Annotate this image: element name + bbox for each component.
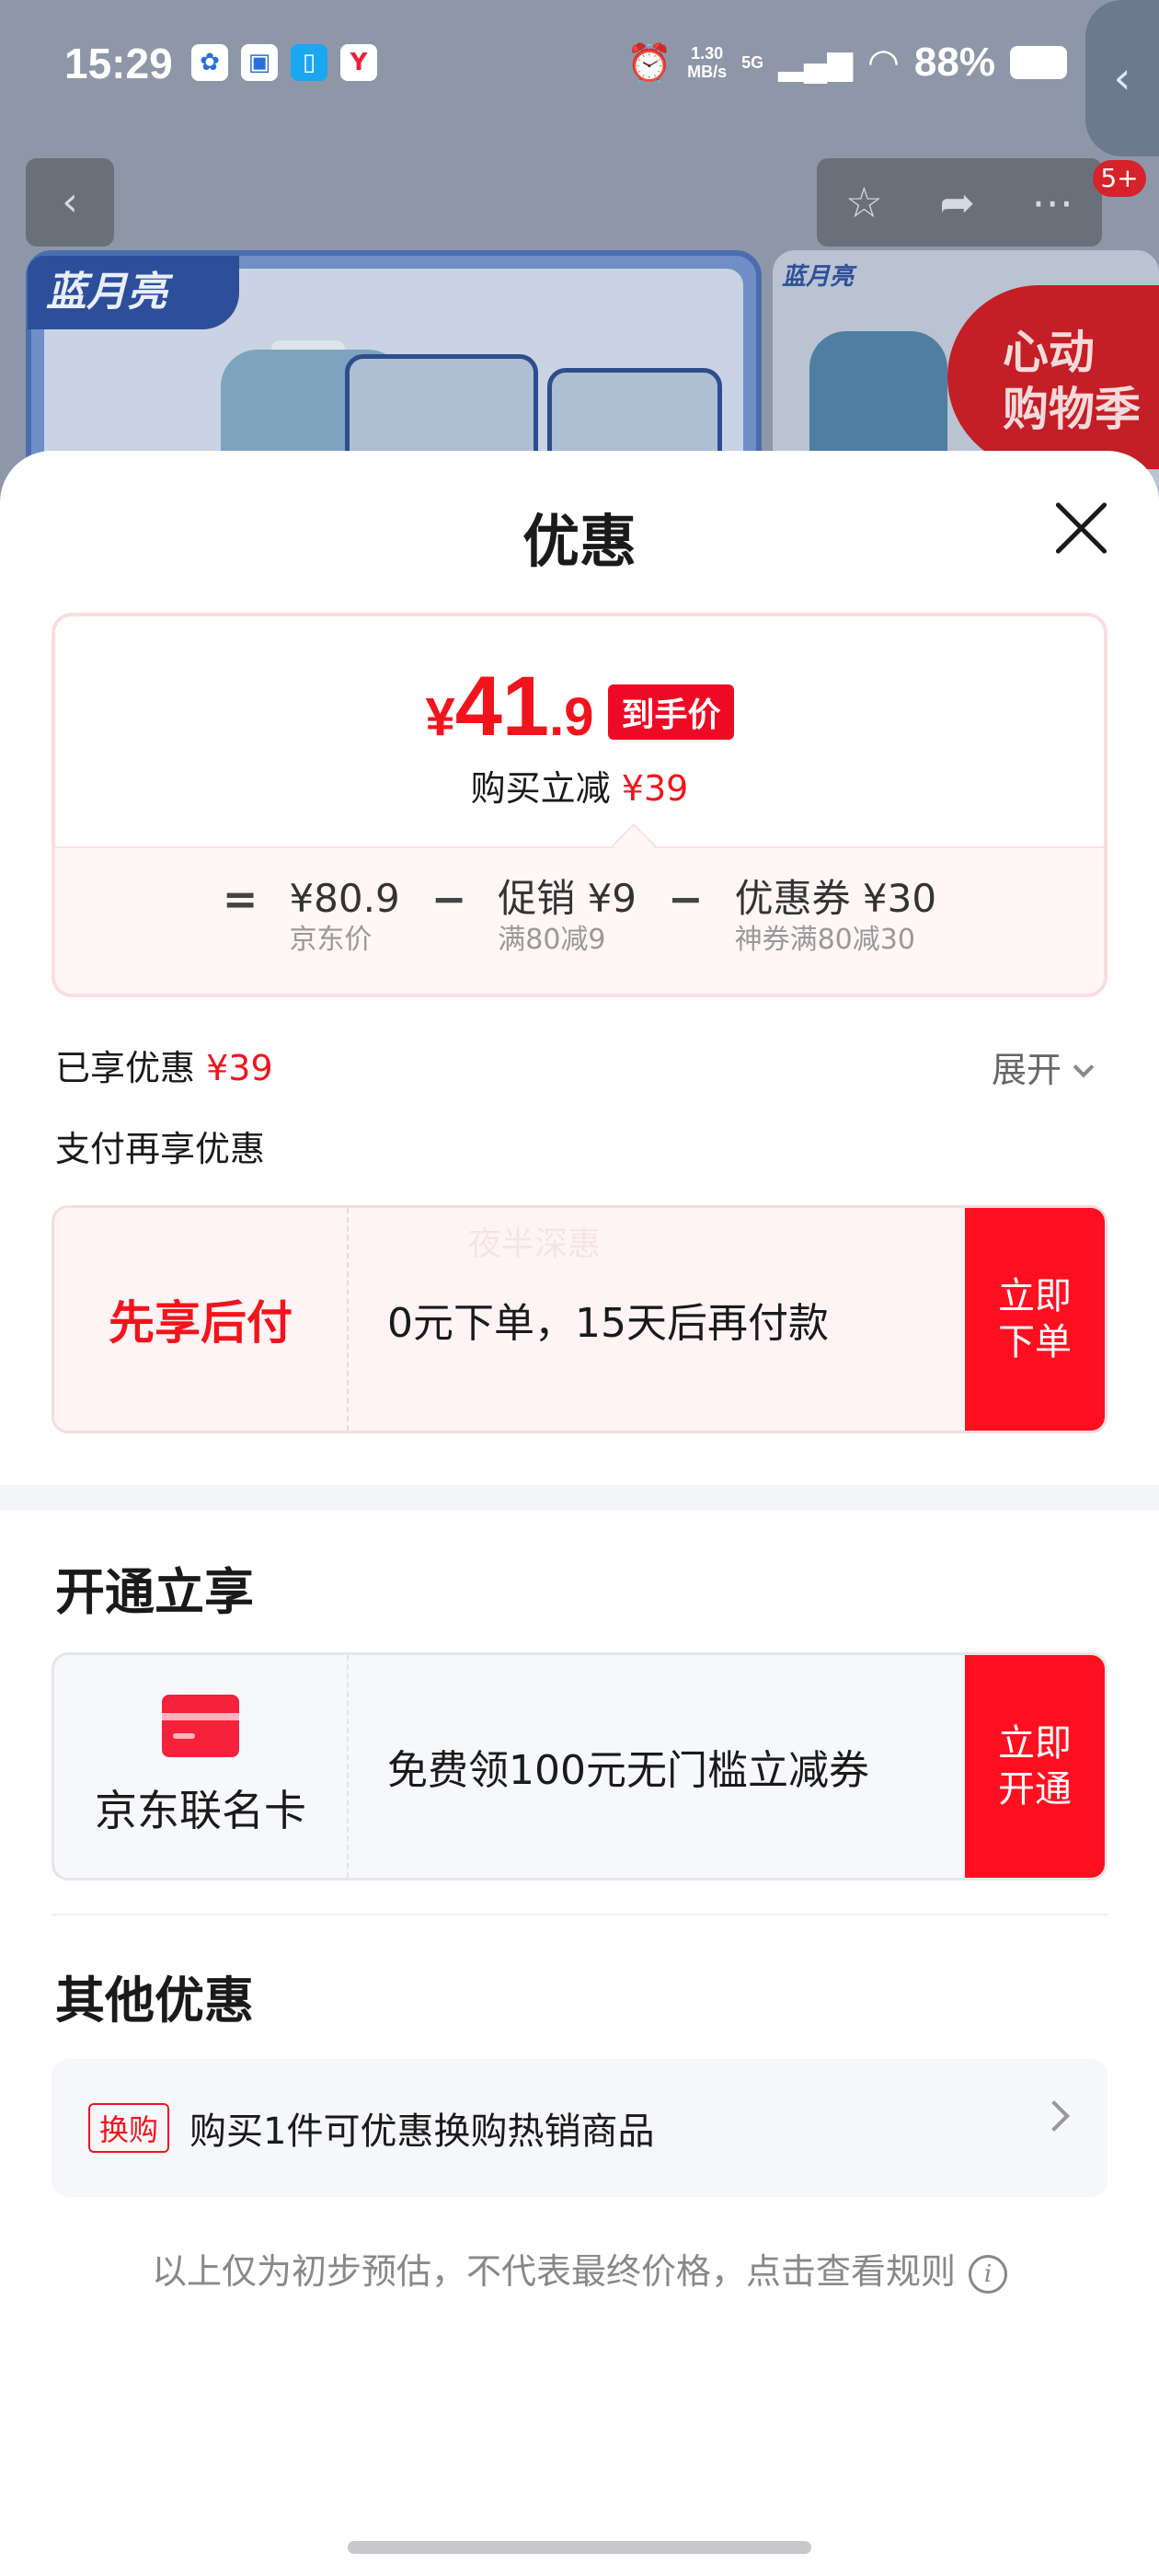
side-drawer-handle[interactable]: ‹ <box>1085 0 1159 156</box>
section-divider <box>0 1485 1159 1511</box>
saving-line: 购买立减 ¥39 <box>470 768 689 809</box>
pay-later-label: 先享后付 <box>109 1296 293 1350</box>
watermark: 夜半深惠 <box>468 1225 602 1263</box>
trade-in-tag: 换购 <box>88 2103 170 2153</box>
enjoyed-discount-value: ¥39 <box>206 1048 273 1088</box>
home-indicator[interactable] <box>348 2541 811 2554</box>
divider <box>52 1914 1107 1915</box>
app-icon-c: Y <box>340 44 377 81</box>
battery-icon <box>1010 46 1067 79</box>
wechat-icon: ✿ <box>191 44 228 81</box>
share-icon[interactable]: ➦ <box>939 158 975 247</box>
cobrand-card-offer[interactable]: 京东联名卡 免费领100元无门槛立减券 立即开通 <box>52 1652 1107 1880</box>
pay-more-label: 支付再享优惠 <box>55 1129 266 1169</box>
order-now-button[interactable]: 立即下单 <box>965 1208 1105 1431</box>
cobrand-card-label: 京东联名卡 <box>95 1786 306 1835</box>
other-section-title: 其他优惠 <box>55 1972 254 2030</box>
enjoyed-discount: 已享优惠 ¥39 <box>55 1048 273 1088</box>
trade-in-offer-row[interactable]: 换购 购买1件可优惠换购热销商品 <box>52 2059 1107 2197</box>
message-count-badge: 5+ <box>1093 160 1146 197</box>
chevron-left-icon: ‹ <box>1113 52 1131 104</box>
status-bar: 15:29 ✿ ▣ ▯ Y ⏰ 1.30 MB/s 5G ▂▄▆ ◠ 88% <box>0 0 1159 129</box>
open-now-button[interactable]: 立即开通 <box>965 1655 1105 1878</box>
brand-logo: 蓝月亮 <box>28 256 239 329</box>
discount-sheet: 优惠 ¥41.9 到手价 购买立减 ¥39 = ¥80.9 京东价 − 促销 ¥… <box>0 451 1159 2576</box>
final-price: ¥41.9 <box>425 660 594 753</box>
app-icon-a: ▣ <box>241 44 278 81</box>
sheet-title: 优惠 <box>522 508 637 575</box>
saving-amount: ¥39 <box>621 768 689 809</box>
expand-button[interactable]: 展开 <box>992 1041 1095 1092</box>
app-icon-b: ▯ <box>291 44 327 81</box>
info-icon: i <box>969 2254 1007 2294</box>
close-icon[interactable] <box>1049 495 1113 559</box>
credit-card-icon <box>162 1695 239 1757</box>
equals-sign: = <box>222 874 258 924</box>
disclaimer-link[interactable]: 以上仅为初步预估，不代表最终价格，点击查看规则 i <box>0 2243 1159 2294</box>
price-formula: = ¥80.9 京东价 − 促销 ¥9 满80减9 − 优惠券 ¥30 神券满8… <box>55 846 1104 994</box>
promo-badge: 心动 购物季 <box>947 285 1159 469</box>
pay-later-card[interactable]: 先享后付 夜半深惠 0元下单，15天后再付款 立即下单 <box>52 1205 1107 1433</box>
price-breakdown-card: ¥41.9 到手价 购买立减 ¥39 = ¥80.9 京东价 − 促销 ¥9 满… <box>52 613 1107 997</box>
minus-sign: − <box>668 874 704 924</box>
back-icon: ‹ <box>62 178 78 225</box>
formula-term: 优惠券 ¥30 神券满80减30 <box>734 876 937 956</box>
chevron-right-icon <box>1039 2100 1070 2132</box>
more-icon[interactable]: ⋯ <box>1031 158 1073 247</box>
final-price-tag: 到手价 <box>608 684 734 740</box>
pay-later-desc: 0元下单，15天后再付款 <box>387 1300 829 1347</box>
battery-percent: 88% <box>913 40 995 85</box>
signal-label: 5G <box>741 52 764 72</box>
alarm-icon: ⏰ <box>626 42 673 84</box>
clock: 15:29 <box>64 40 173 87</box>
net-speed-unit: MB/s <box>687 63 728 81</box>
toolbar-actions: ☆ ➦ ⋯ <box>817 158 1102 247</box>
signal-icon: ▂▄▆ <box>778 43 854 81</box>
back-button[interactable]: ‹ <box>26 158 114 247</box>
brand-logo-small: 蓝月亮 <box>782 263 855 291</box>
wifi-icon: ◠ <box>867 42 900 83</box>
minus-sign: − <box>430 874 467 924</box>
formula-term: 促销 ¥9 满80减9 <box>498 876 637 956</box>
trade-in-text: 购买1件可优惠换购热销商品 <box>189 2110 655 2153</box>
chevron-down-icon <box>1073 1056 1095 1078</box>
cobrand-card-desc: 免费领100元无门槛立减券 <box>387 1747 869 1794</box>
star-icon[interactable]: ☆ <box>845 158 883 247</box>
net-speed-value: 1.30 <box>691 44 724 63</box>
formula-term: ¥80.9 京东价 <box>289 876 400 956</box>
open-section-title: 开通立享 <box>55 1563 254 1621</box>
